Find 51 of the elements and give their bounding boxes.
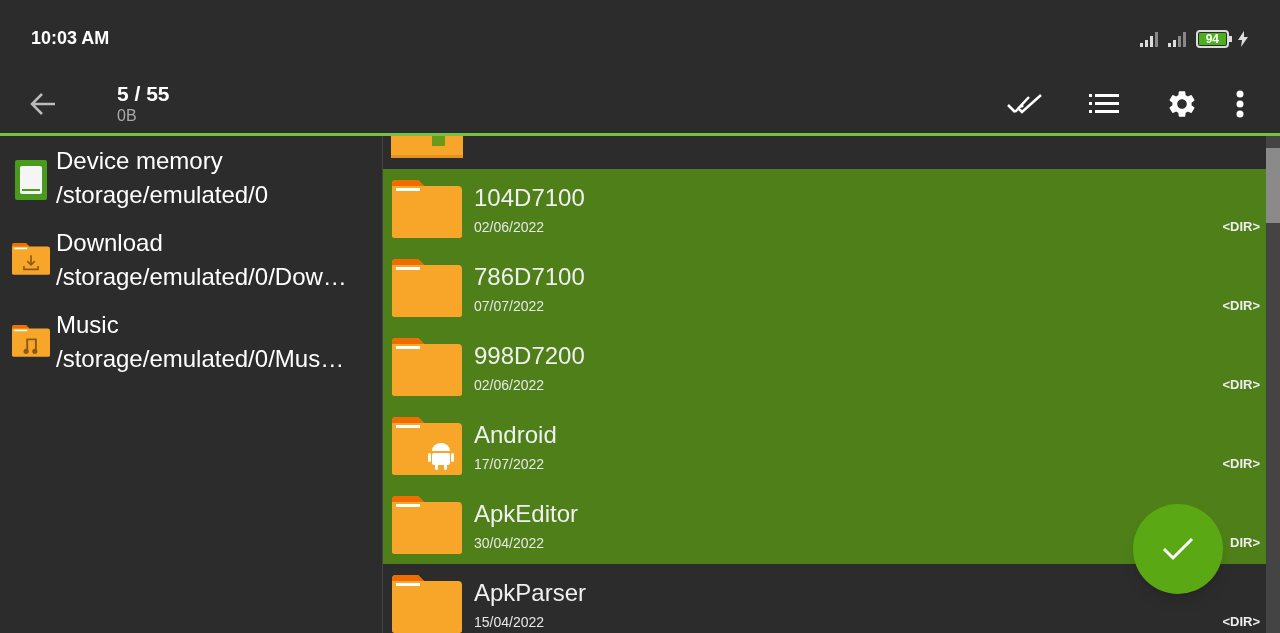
selection-size: 0B (117, 106, 138, 126)
folder-date: 15/04/2022 (474, 612, 545, 631)
music-folder-icon (12, 324, 50, 358)
android-folder-icon (392, 416, 462, 475)
folder-date: 30/04/2022 (474, 533, 545, 552)
folder-row[interactable]: 786D7100 07/07/2022 <DIR> (383, 248, 1266, 327)
folder-icon (391, 136, 463, 159)
folder-name: Android (474, 419, 558, 450)
folder-row[interactable]: 104D7100 02/06/2022 <DIR> (383, 169, 1266, 248)
entry-type: <DIR> (1222, 296, 1260, 315)
folder-date: 02/06/2022 (474, 375, 545, 394)
folder-name: ApkEditor (474, 498, 580, 529)
storage-location-item[interactable]: Music /storage/emulated/0/Mus… (12, 308, 382, 390)
folder-icon (392, 495, 462, 554)
charging-bolt-icon (1238, 30, 1248, 47)
more-options-icon (1236, 90, 1244, 118)
folder-date: 17/07/2022 (474, 454, 545, 473)
entry-type: <DIR> (1222, 217, 1260, 236)
status-time: 10:03 AM (31, 27, 110, 50)
folder-date: 07/07/2022 (474, 296, 545, 315)
location-name: Music (56, 310, 120, 340)
location-path: /storage/emulated/0/Mus… (56, 344, 345, 374)
entry-type: <DIR> (1222, 375, 1260, 394)
battery-indicator: 94 (1195, 29, 1232, 48)
checkmark-icon (1162, 537, 1194, 561)
folder-name: 786D7100 (474, 261, 586, 292)
location-path: /storage/emulated/0 (56, 180, 269, 210)
location-name: Device memory (56, 146, 224, 176)
folder-name: 998D7200 (474, 340, 586, 371)
entry-type: <DIR> (1222, 454, 1260, 473)
folder-icon (392, 574, 462, 633)
storage-icon (15, 160, 47, 200)
folder-row[interactable]: ApkEditor 30/04/2022 DIR> (383, 485, 1266, 564)
storage-location-item[interactable]: Download /storage/emulated/0/Dow… (12, 226, 382, 308)
folder-name: 104D7100 (474, 182, 586, 213)
folder-date: 02/06/2022 (474, 217, 545, 236)
entry-type: DIR> (1230, 533, 1260, 552)
folder-icon (392, 258, 462, 317)
folder-icon (392, 337, 462, 396)
location-name: Download (56, 228, 164, 258)
back-arrow-icon (29, 92, 57, 116)
entry-type: <DIR> (1222, 612, 1260, 631)
folder-row[interactable]: 998D7200 02/06/2022 <DIR> (383, 327, 1266, 406)
storage-location-item[interactable]: Device memory /storage/emulated/0 (12, 144, 382, 226)
folder-icon (392, 179, 462, 238)
download-folder-icon (12, 242, 50, 276)
selection-count: 5 / 55 (117, 82, 170, 106)
folder-row[interactable]: Android 17/07/2022 <DIR> (383, 406, 1266, 485)
folder-name: ApkParser (474, 577, 588, 608)
location-path: /storage/emulated/0/Dow… (56, 262, 347, 292)
list-icon (1089, 94, 1119, 114)
